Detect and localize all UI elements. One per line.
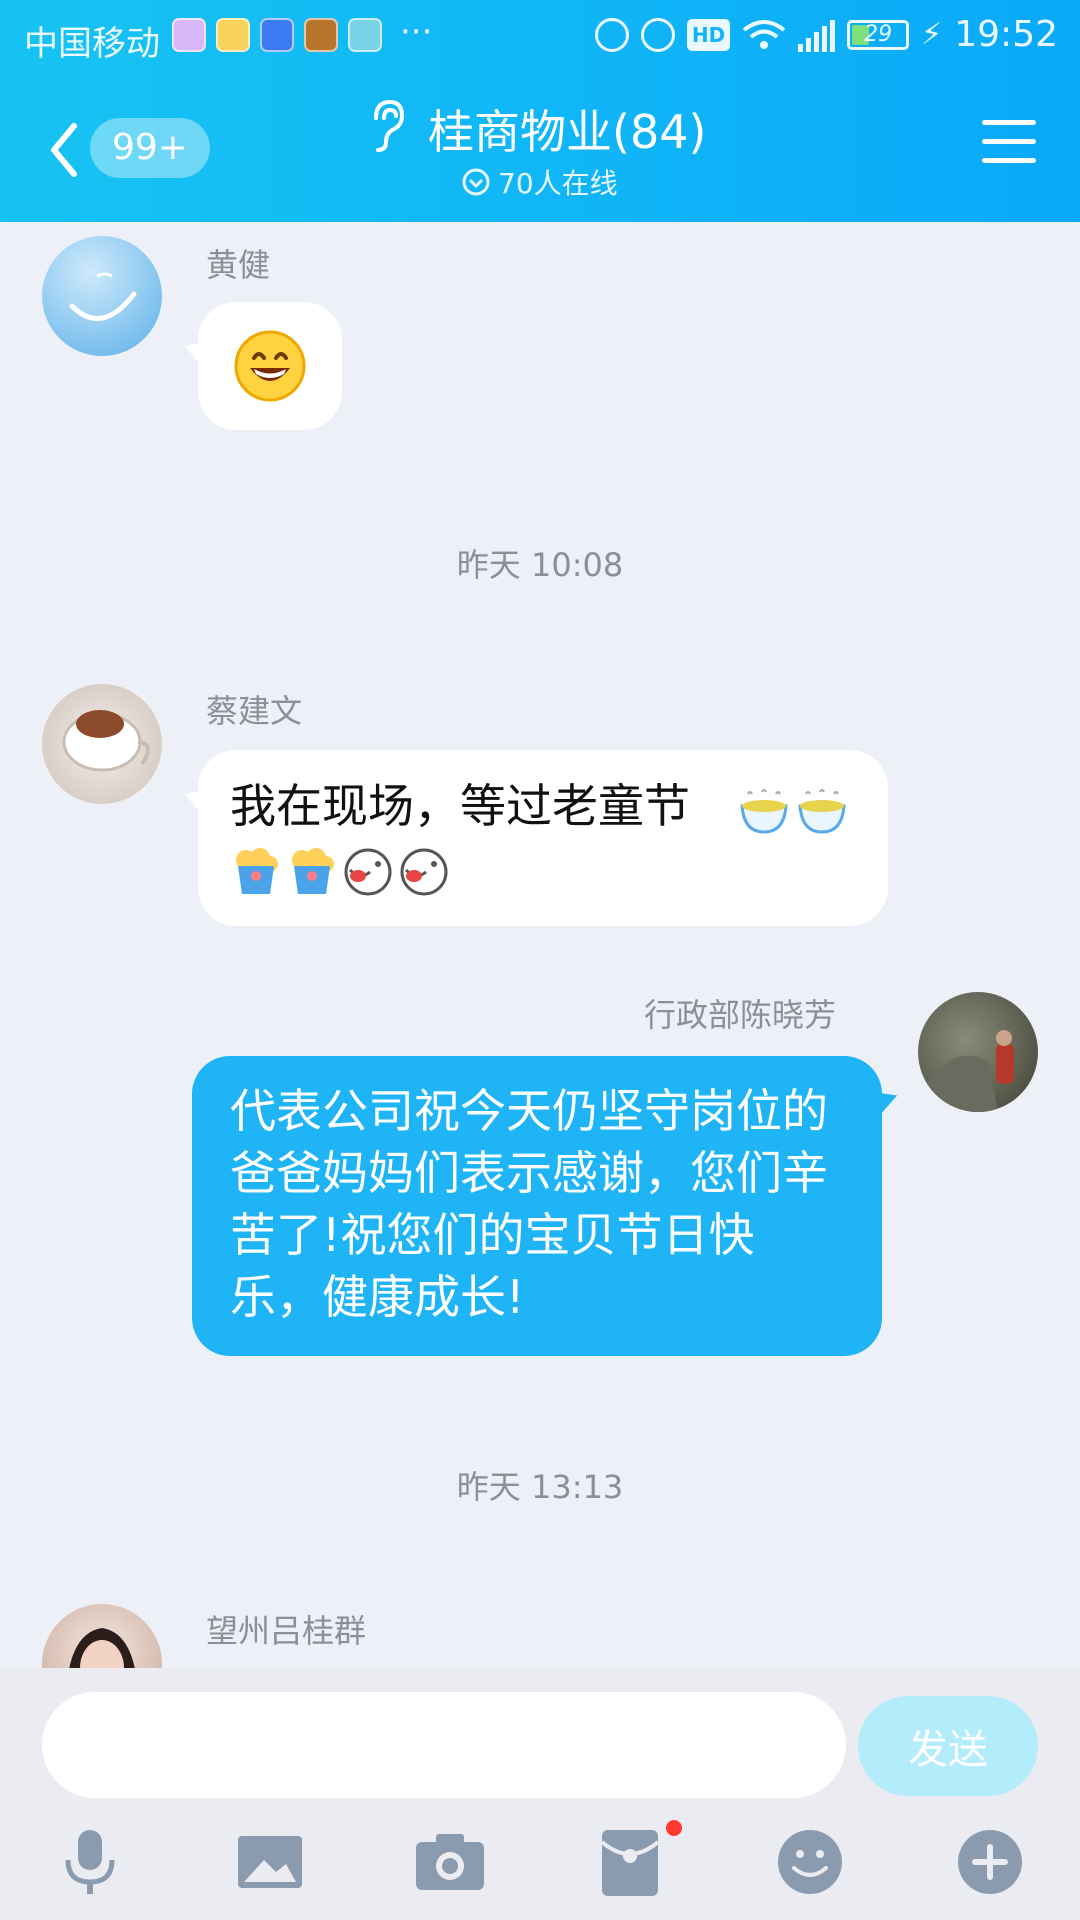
cell-signal-icon bbox=[798, 18, 836, 52]
message-bubble[interactable]: 我在现场，等过老童节 bbox=[198, 750, 888, 926]
group-title[interactable]: 桂商物业(84) bbox=[428, 96, 706, 162]
system-icons: HD 29 ⚡ 19:52 bbox=[594, 14, 1058, 55]
app-notification-icon bbox=[172, 18, 206, 52]
online-status[interactable]: 70人在线 bbox=[462, 162, 618, 202]
tea-cup-icon bbox=[798, 789, 846, 834]
message-text: 代表公司祝今天仍坚守岗位的爸爸妈妈们表示感谢，您们辛苦了!祝您们的宝贝节日快乐，… bbox=[230, 1084, 828, 1324]
unread-count-badge[interactable]: 99+ bbox=[90, 118, 210, 178]
weibo-icon bbox=[216, 18, 250, 52]
data-saver-icon bbox=[594, 17, 629, 52]
emoji-icon[interactable] bbox=[770, 1822, 850, 1902]
avatar[interactable] bbox=[42, 1604, 162, 1668]
online-count: 70人在线 bbox=[498, 167, 618, 200]
popcorn-icon bbox=[292, 848, 334, 894]
avatar-image bbox=[69, 272, 137, 321]
avatar[interactable] bbox=[918, 992, 1038, 1112]
earpiece-mode-icon[interactable] bbox=[366, 98, 406, 154]
hd-icon: HD bbox=[686, 18, 731, 51]
back-button[interactable] bbox=[44, 120, 84, 180]
chevron-down-icon bbox=[462, 168, 490, 196]
notification-dot bbox=[666, 1820, 682, 1836]
mic-icon[interactable] bbox=[50, 1822, 130, 1902]
grin-emoji-icon bbox=[234, 330, 306, 402]
message-bubble[interactable] bbox=[198, 302, 342, 430]
alarm-icon bbox=[640, 17, 675, 52]
popcorn-icon bbox=[236, 848, 278, 894]
notification-icons bbox=[172, 18, 382, 52]
title-bar: 99+ 桂商物业(84) 70人在线 bbox=[0, 74, 1080, 222]
wifi-icon bbox=[742, 19, 786, 49]
avatar-image bbox=[918, 1030, 1014, 1112]
avatar[interactable] bbox=[42, 236, 162, 356]
image-icon[interactable] bbox=[230, 1822, 310, 1902]
video-app-icon bbox=[304, 18, 338, 52]
top-bar: 中国移动 ··· HD 29 ⚡ 19:52 99+ 桂商物业(84) 70人在… bbox=[0, 0, 1080, 222]
battery-level: 29 bbox=[864, 22, 893, 47]
tongue-face-icon bbox=[344, 848, 392, 896]
camera-icon[interactable] bbox=[410, 1822, 490, 1902]
baidu-icon bbox=[260, 18, 294, 52]
status-bar: 中国移动 ··· HD 29 ⚡ 19:52 bbox=[0, 0, 1080, 74]
player-app-icon bbox=[348, 18, 382, 52]
carrier-label: 中国移动 bbox=[24, 24, 160, 64]
sender-name: 望州吕桂群 bbox=[206, 1612, 367, 1650]
message-input[interactable] bbox=[42, 1692, 846, 1798]
red-packet-icon[interactable] bbox=[590, 1822, 670, 1902]
tongue-face-icon bbox=[400, 848, 448, 896]
timestamp: 昨天 13:13 bbox=[456, 1468, 624, 1506]
sender-name: 黄健 bbox=[206, 246, 271, 284]
more-notifications-icon: ··· bbox=[400, 12, 433, 52]
send-button[interactable]: 发送 bbox=[858, 1696, 1038, 1796]
avatar-image bbox=[69, 1628, 135, 1668]
avatar-image bbox=[62, 710, 150, 772]
timestamp: 昨天 10:08 bbox=[456, 546, 624, 584]
clock: 19:52 bbox=[954, 14, 1058, 55]
input-bar: 发送 bbox=[0, 1668, 1080, 1920]
menu-button[interactable] bbox=[982, 120, 1036, 168]
charging-icon: ⚡ bbox=[921, 17, 943, 52]
sender-name: 行政部陈晓芳 bbox=[644, 996, 837, 1034]
tea-cup-icon bbox=[740, 789, 788, 834]
chat-list[interactable]: 黄健 昨天 10:08 蔡建文 我在现场，等过老童节 行政部陈晓芳 代表公司祝今… bbox=[0, 222, 1080, 1668]
sender-name: 蔡建文 bbox=[206, 692, 303, 730]
battery-icon: 29 bbox=[847, 19, 910, 50]
message-bubble[interactable]: 代表公司祝今天仍坚守岗位的爸爸妈妈们表示感谢，您们辛苦了!祝您们的宝贝节日快乐，… bbox=[192, 1056, 882, 1356]
plus-icon[interactable] bbox=[950, 1822, 1030, 1902]
input-toolbar bbox=[0, 1816, 1080, 1920]
avatar[interactable] bbox=[42, 684, 162, 804]
